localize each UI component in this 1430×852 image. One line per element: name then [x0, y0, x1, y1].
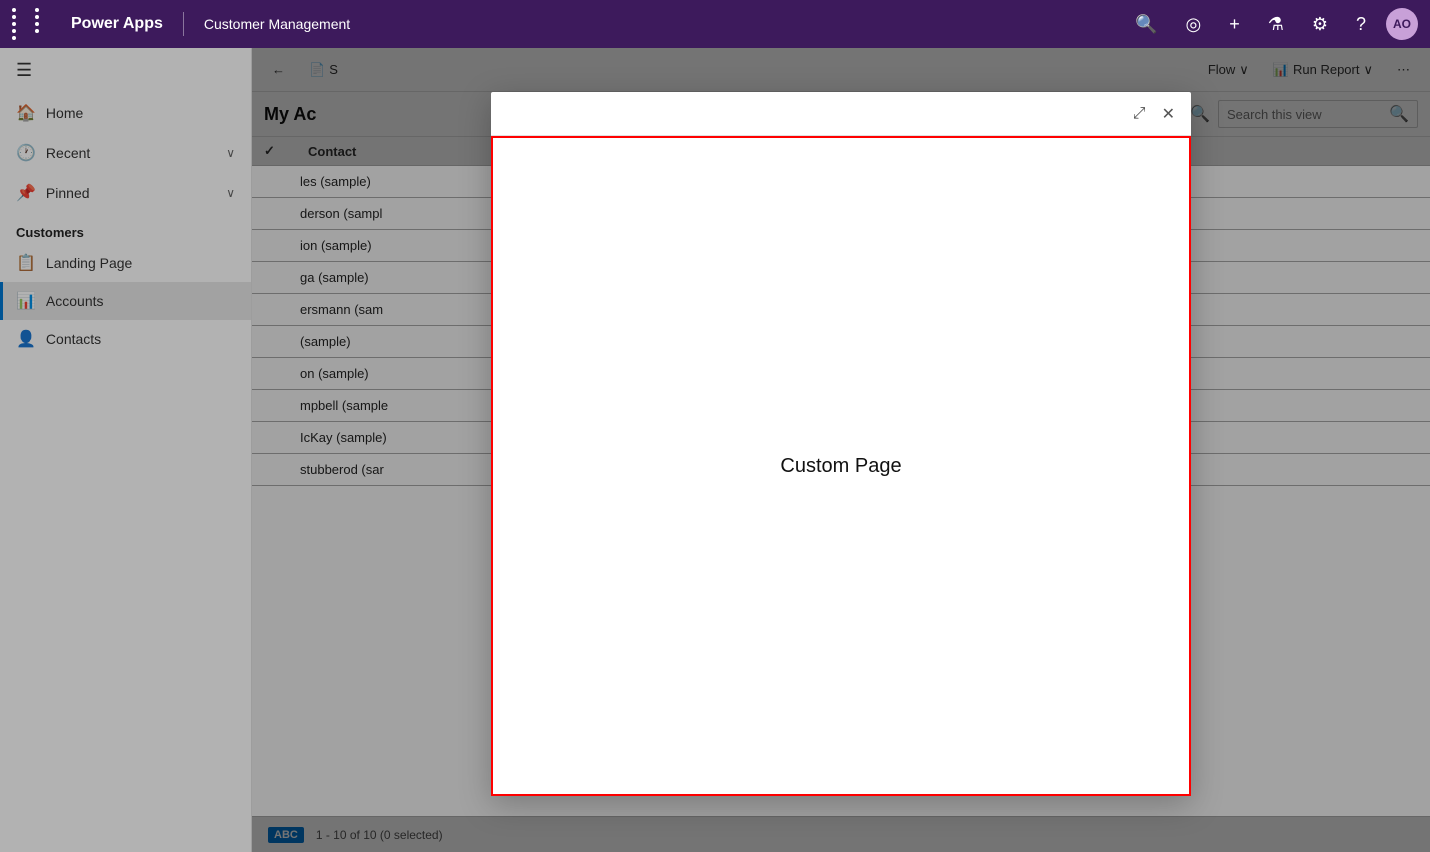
accounts-label: Accounts	[46, 293, 104, 309]
brand-label: Power Apps	[71, 15, 163, 33]
contacts-label: Contacts	[46, 331, 101, 347]
contacts-icon: 👤	[16, 329, 36, 349]
chevron-down-icon-2: ∨	[226, 186, 235, 200]
home-label: Home	[46, 105, 83, 121]
sidebar-item-landing-page[interactable]: 📋 Landing Page	[0, 244, 251, 282]
sidebar-item-recent[interactable]: 🕐 Recent ∨	[0, 133, 251, 173]
modal-body: Custom Page	[491, 136, 1191, 796]
add-icon[interactable]: +	[1221, 10, 1248, 39]
sidebar: ☰ 🏠 Home 🕐 Recent ∨ 📌 Pinned ∨ Customers…	[0, 48, 252, 852]
search-icon[interactable]: 🔍	[1127, 10, 1165, 39]
apps-grid-icon[interactable]	[12, 8, 55, 40]
landing-page-icon: 📋	[16, 253, 36, 273]
content-area: ← 📄 S Flow ∨ 📊 Run Report ∨ ⋯ My Ac	[252, 48, 1430, 852]
sidebar-item-home[interactable]: 🏠 Home	[0, 93, 251, 133]
hamburger-icon[interactable]: ☰	[16, 60, 32, 81]
sidebar-item-accounts[interactable]: 📊 Accounts	[0, 282, 251, 320]
top-bar: Power Apps Customer Management 🔍 ◎ + ⚗ ⚙…	[0, 0, 1430, 48]
modal-body-text: Custom Page	[780, 455, 901, 478]
modal-header: ⤢ ✕	[491, 92, 1191, 136]
landing-page-label: Landing Page	[46, 255, 132, 271]
filter-icon[interactable]: ⚗	[1260, 10, 1292, 39]
recent-icon: 🕐	[16, 143, 36, 163]
target-icon[interactable]: ◎	[1177, 10, 1209, 39]
app-name-label: Customer Management	[204, 16, 350, 32]
top-divider	[183, 12, 184, 36]
sidebar-top: ☰	[0, 48, 251, 93]
settings-icon[interactable]: ⚙	[1304, 10, 1336, 39]
modal-dialog: ⤢ ✕ Custom Page	[491, 92, 1191, 796]
customers-section-header: Customers	[0, 213, 251, 244]
avatar[interactable]: AO	[1386, 8, 1418, 40]
main-layout: ☰ 🏠 Home 🕐 Recent ∨ 📌 Pinned ∨ Customers…	[0, 48, 1430, 852]
recent-label: Recent	[46, 145, 90, 161]
help-icon[interactable]: ?	[1348, 10, 1374, 39]
pinned-label: Pinned	[46, 185, 90, 201]
close-icon[interactable]: ✕	[1158, 100, 1179, 128]
sidebar-item-contacts[interactable]: 👤 Contacts	[0, 320, 251, 358]
accounts-icon: 📊	[16, 291, 36, 311]
expand-icon[interactable]: ⤢	[1129, 101, 1150, 127]
home-icon: 🏠	[16, 103, 36, 123]
pin-icon: 📌	[16, 183, 36, 203]
chevron-down-icon: ∨	[226, 146, 235, 160]
sidebar-item-pinned[interactable]: 📌 Pinned ∨	[0, 173, 251, 213]
